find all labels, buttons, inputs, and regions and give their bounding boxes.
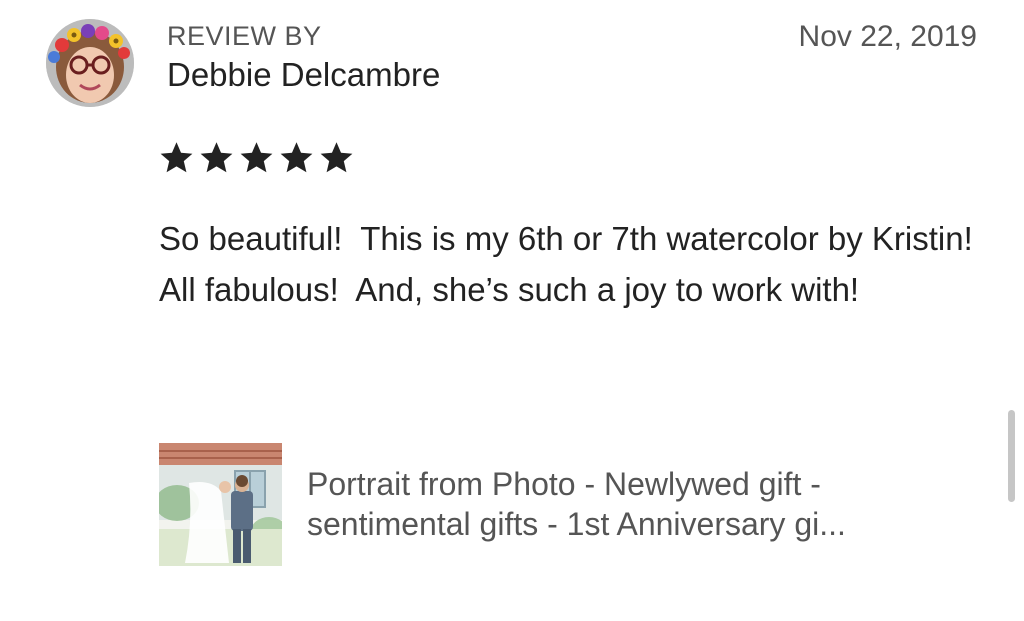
star-icon	[320, 142, 353, 173]
review-date: Nov 22, 2019	[798, 20, 977, 53]
product-title-line-1: Portrait from Photo - Newlywed gift -	[307, 466, 821, 502]
review-card: REVIEW BY Debbie Delcambre Nov 22, 2019 …	[0, 0, 1024, 621]
product-title-line-2: sentimental gifts - 1st Anniversary gi..…	[307, 506, 846, 542]
reviewer-avatar[interactable]	[46, 19, 134, 107]
avatar-image	[46, 19, 134, 107]
star-icon	[240, 142, 273, 173]
vertical-scrollbar[interactable]	[1008, 410, 1015, 502]
product-thumbnail[interactable]	[159, 443, 282, 566]
star-icon	[200, 142, 233, 173]
review-text: So beautiful! This is my 6th or 7th wate…	[159, 220, 990, 308]
star-icon	[160, 142, 193, 173]
product-title-link[interactable]: Portrait from Photo - Newlywed gift - se…	[307, 464, 979, 544]
star-rating	[159, 140, 354, 175]
review-by-label: REVIEW BY	[167, 21, 322, 51]
star-icon	[280, 142, 313, 173]
reviewer-name[interactable]: Debbie Delcambre	[167, 56, 440, 94]
thumbnail-image	[159, 443, 282, 566]
